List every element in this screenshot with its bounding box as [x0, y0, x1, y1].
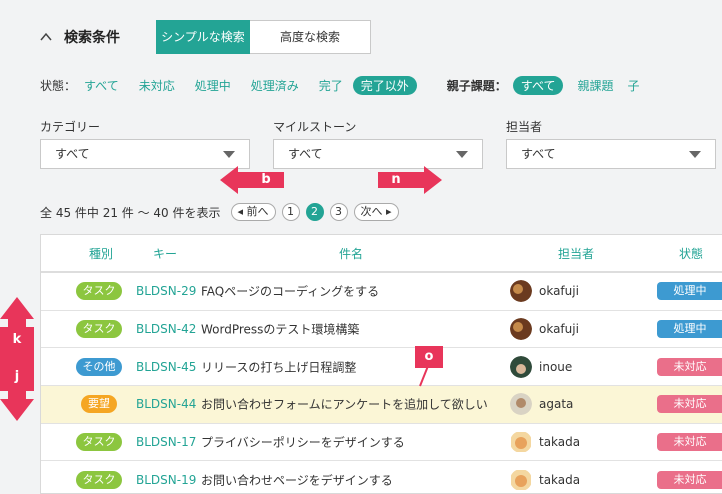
- type-badge: タスク: [76, 470, 122, 489]
- column-header-assignee[interactable]: 担当者: [558, 245, 594, 262]
- assignee-select-value: すべて: [521, 147, 556, 161]
- type-badge: タスク: [76, 433, 122, 452]
- marker-b-label: b: [261, 172, 271, 187]
- assignee-name: okafuji: [539, 322, 579, 337]
- issue-key-link[interactable]: BLDSN-19: [136, 473, 196, 487]
- column-header-status[interactable]: 状態: [679, 245, 703, 262]
- type-badge: タスク: [76, 320, 122, 339]
- status-option-not-closed[interactable]: 完了以外: [352, 75, 417, 95]
- status-option-open[interactable]: 未対応: [139, 77, 175, 94]
- assignee-name: okafuji: [539, 284, 579, 299]
- table-row[interactable]: 要望 BLDSN-44 お問い合わせフォームにアンケートを追加して欲しい aga…: [41, 386, 722, 424]
- avatar: [510, 318, 532, 341]
- marker-o-label: o: [415, 346, 443, 368]
- issue-table: 種別 キー 件名 担当者 状態 タスク BLDSN-29 FAQページのコーディ…: [40, 234, 722, 494]
- tab-advanced-search[interactable]: 高度な検索: [250, 20, 371, 54]
- status-badge: 未対応: [657, 433, 722, 452]
- status-badge: 処理中: [657, 282, 722, 301]
- marker-k-label: k: [12, 332, 22, 347]
- status-option-closed[interactable]: 完了: [319, 77, 343, 94]
- prev-page-button[interactable]: ◂ 前へ: [230, 203, 276, 221]
- issue-subject[interactable]: FAQページのコーディングをする: [201, 283, 379, 300]
- milestone-select[interactable]: すべて: [273, 139, 483, 169]
- issue-subject[interactable]: プライバシーポリシーをデザインする: [201, 434, 405, 451]
- table-row[interactable]: タスク BLDSN-17 プライバシーポリシーをデザインする takada 未対…: [41, 424, 722, 462]
- table-header: 種別 キー 件名 担当者 状態: [41, 235, 722, 273]
- parent-option-all[interactable]: すべて: [512, 75, 564, 95]
- table-row[interactable]: タスク BLDSN-19 お問い合わせページをデザインする takada 未対応: [41, 461, 722, 493]
- search-conditions-title: 検索条件: [64, 30, 120, 46]
- result-summary: 全 45 件中 21 件 〜 40 件を表示: [40, 205, 221, 220]
- next-page-button[interactable]: 次へ ▸: [353, 203, 399, 221]
- marker-o-pointer: [419, 366, 429, 387]
- tab-simple-search[interactable]: シンプルな検索: [156, 20, 250, 54]
- marker-n-label: n: [391, 172, 401, 187]
- issue-subject[interactable]: リリースの打ち上げ日程調整: [201, 358, 356, 375]
- status-badge: 未対応: [657, 357, 722, 376]
- issue-key-link[interactable]: BLDSN-44: [136, 397, 196, 411]
- marker-j-label: j: [14, 369, 20, 384]
- assignee-name: agata: [539, 397, 574, 412]
- page-1-button[interactable]: 1: [281, 203, 300, 221]
- marker-k-j-updown-arrow: [0, 297, 34, 421]
- status-badge: 未対応: [657, 470, 722, 489]
- column-header-type[interactable]: 種別: [89, 245, 113, 262]
- issue-key-link[interactable]: BLDSN-17: [136, 435, 196, 449]
- issue-key-link[interactable]: BLDSN-29: [136, 284, 196, 298]
- issue-subject[interactable]: お問い合わせページをデザインする: [201, 471, 393, 488]
- parent-option-parent[interactable]: 親課題: [577, 77, 613, 94]
- column-header-key[interactable]: キー: [153, 245, 177, 262]
- assignee-name: inoue: [539, 359, 573, 374]
- table-row[interactable]: その他 BLDSN-45 リリースの打ち上げ日程調整 inoue 未対応: [41, 348, 722, 387]
- status-option-in-progress[interactable]: 処理中: [195, 77, 231, 94]
- type-badge: タスク: [76, 282, 122, 301]
- dropdown-arrow-icon: [223, 151, 235, 158]
- page-3-button[interactable]: 3: [329, 203, 348, 221]
- dropdown-arrow-icon: [689, 151, 701, 158]
- milestone-label: マイルストーン: [273, 120, 357, 134]
- avatar: [511, 469, 531, 490]
- status-option-all[interactable]: すべて: [84, 77, 119, 94]
- avatar: [510, 393, 532, 416]
- issue-subject[interactable]: WordPressのテスト環境構築: [201, 321, 359, 338]
- chevron-up-icon: [40, 32, 52, 41]
- issue-key-link[interactable]: BLDSN-45: [136, 360, 196, 374]
- dropdown-arrow-icon: [456, 151, 468, 158]
- parent-child-filter-label: 親子課題：: [446, 78, 507, 93]
- category-label: カテゴリー: [40, 120, 101, 134]
- avatar: [511, 432, 531, 453]
- type-badge: 要望: [81, 395, 117, 414]
- assignee-name: takada: [539, 435, 581, 450]
- table-row[interactable]: タスク BLDSN-29 FAQページのコーディングをする okafuji 処理…: [41, 273, 722, 311]
- assignee-select[interactable]: すべて: [506, 139, 716, 169]
- assignee-label: 担当者: [506, 120, 543, 134]
- page-2-button[interactable]: 2: [305, 203, 324, 221]
- status-badge: 未対応: [657, 395, 722, 414]
- parent-option-child[interactable]: 子: [628, 77, 640, 94]
- search-mode-tabs: シンプルな検索 高度な検索: [156, 20, 371, 54]
- search-conditions-toggle[interactable]: 検索条件: [40, 20, 120, 54]
- issue-subject[interactable]: お問い合わせフォームにアンケートを追加して欲しい: [201, 396, 488, 413]
- status-filter-label: 状態：: [40, 78, 77, 93]
- category-select[interactable]: すべて: [40, 139, 250, 169]
- status-badge: 処理中: [657, 320, 722, 339]
- pagination: 全 45 件中 21 件 〜 40 件を表示 ◂ 前へ 1 2 3 次へ ▸: [40, 202, 399, 222]
- status-filter: 状態： すべて 未対応 処理中 処理済み 完了 完了以外 親子課題： すべて 親…: [40, 74, 660, 96]
- category-select-value: すべて: [55, 147, 90, 161]
- milestone-select-value: すべて: [288, 147, 323, 161]
- table-row[interactable]: タスク BLDSN-42 WordPressのテスト環境構築 okafuji 処…: [41, 311, 722, 349]
- issue-key-link[interactable]: BLDSN-42: [136, 322, 196, 336]
- type-badge: その他: [76, 357, 122, 376]
- column-header-subject[interactable]: 件名: [339, 245, 363, 262]
- status-option-resolved[interactable]: 処理済み: [251, 77, 299, 94]
- avatar: [510, 355, 532, 378]
- assignee-name: takada: [539, 472, 581, 487]
- avatar: [510, 280, 532, 303]
